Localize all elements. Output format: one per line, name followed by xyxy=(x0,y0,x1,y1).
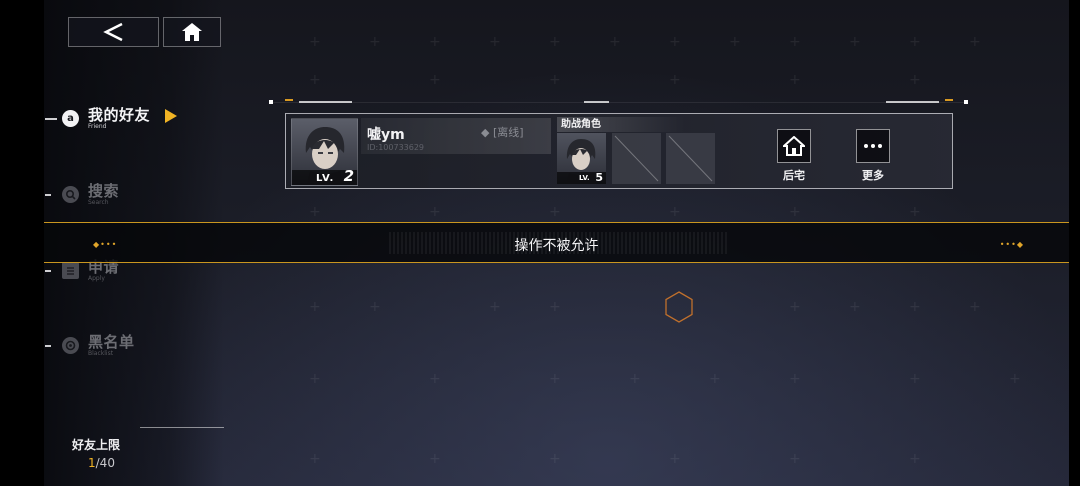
friend-card[interactable]: LV. 2 嘘ym ID:100733629 ◆ [离线] 助战角色 LV. 5 xyxy=(285,113,953,189)
house-icon xyxy=(783,136,805,156)
nav-sublabel: Blacklist xyxy=(88,350,114,357)
support-slot-1[interactable]: LV. 5 xyxy=(557,133,606,184)
level-prefix: LV. xyxy=(316,173,335,184)
visit-home-button[interactable]: 后宅 xyxy=(774,129,814,183)
nav-indicator xyxy=(45,270,51,272)
toast-notification: ◆••• 操作不被允许 •••◆ xyxy=(44,222,1069,263)
nav-label: 我的好友 xyxy=(88,106,151,124)
more-icon xyxy=(864,144,882,148)
nav-sublabel: Search xyxy=(88,199,109,206)
blacklist-icon xyxy=(62,337,79,354)
left-letterbox xyxy=(0,0,44,486)
back-arrow-icon xyxy=(102,22,123,42)
friend-name: 嘘ym xyxy=(367,127,405,143)
home-action-box xyxy=(777,129,811,163)
home-button[interactable] xyxy=(163,17,221,47)
level-value: 2 xyxy=(343,167,354,185)
nav-item-search[interactable]: 搜索 Search xyxy=(44,180,214,210)
friend-limit-title: 好友上限 xyxy=(72,438,121,452)
card-header-decoration xyxy=(269,99,968,104)
nav-indicator xyxy=(45,194,51,196)
toast-message: 操作不被允许 xyxy=(514,238,599,254)
search-icon xyxy=(62,186,79,203)
support-level-value: 5 xyxy=(595,171,603,184)
empty-slot-icon xyxy=(668,135,713,182)
home-action-label: 后宅 xyxy=(783,169,805,182)
loading-hex-icon xyxy=(665,291,693,323)
friend-count-max: /40 xyxy=(95,456,115,470)
nav-indicator xyxy=(45,345,51,347)
apply-icon xyxy=(62,262,79,279)
game-screen: + + + + + + + + + + + + + + + + + + + + + + + + + + + + + + + + + + + +… xyxy=(44,0,1069,486)
nav-item-blacklist[interactable]: 黑名单 Blacklist xyxy=(44,331,214,361)
more-action-label: 更多 xyxy=(862,169,884,182)
friend-count-current: 1 xyxy=(88,456,96,470)
support-title: 助战角色 xyxy=(557,117,685,132)
nav-item-friend[interactable]: a 我的好友 Friend xyxy=(44,104,214,134)
support-slot-2-empty[interactable] xyxy=(612,133,661,184)
friend-limit-count: 1/40 xyxy=(88,456,115,470)
empty-slot-icon xyxy=(614,135,659,182)
friend-status: ◆ [离线] xyxy=(481,126,524,139)
support-level-prefix: LV. xyxy=(579,174,590,182)
nav-label: 搜索 xyxy=(88,182,120,200)
friend-icon: a xyxy=(62,110,79,127)
nav-label: 黑名单 xyxy=(88,333,135,351)
more-action-box xyxy=(856,129,890,163)
nav-sublabel: Friend xyxy=(88,123,107,130)
support-slot-3-empty[interactable] xyxy=(666,133,715,184)
toast-decoration-right-icon: •••◆ xyxy=(999,240,1024,249)
nav-indicator xyxy=(45,118,57,120)
back-button[interactable] xyxy=(68,17,159,47)
right-letterbox xyxy=(1069,0,1080,486)
active-arrow-icon xyxy=(165,109,177,123)
more-button[interactable]: 更多 xyxy=(853,129,893,183)
home-icon xyxy=(182,23,202,41)
nav-sublabel: Apply xyxy=(88,275,105,282)
friend-avatar[interactable]: LV. 2 xyxy=(291,118,358,186)
friend-id: ID:100733629 xyxy=(367,143,425,152)
limit-divider xyxy=(140,427,224,428)
